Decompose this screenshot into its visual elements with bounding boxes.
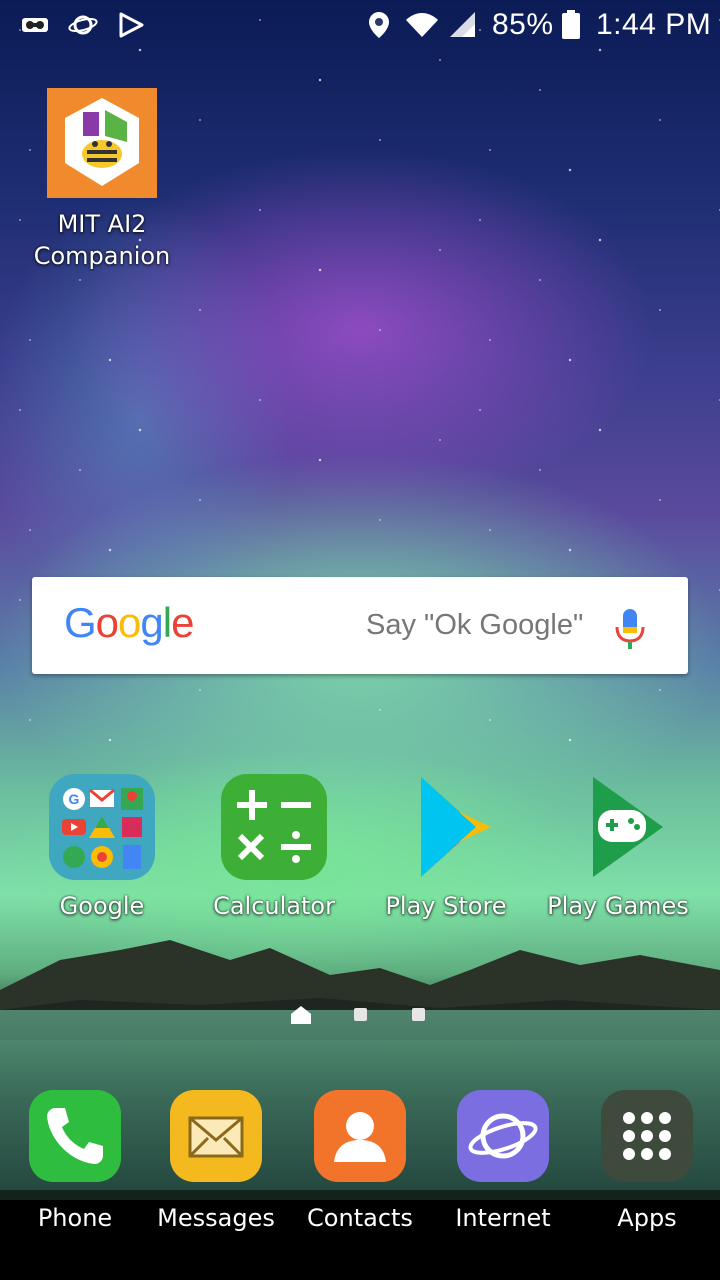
location-icon — [369, 12, 389, 38]
signal-icon — [450, 12, 475, 37]
contacts-icon — [314, 1090, 406, 1182]
home-page-indicator-icon[interactable] — [290, 1004, 312, 1026]
dock-messages[interactable]: Messages — [141, 1088, 291, 1238]
app-mit-ai2-companion[interactable]: MIT AI2 Companion — [27, 88, 177, 278]
battery-percent: 85% — [492, 8, 554, 41]
svg-text:G: G — [69, 791, 80, 807]
app-label: Apps — [617, 1204, 677, 1232]
play-store-icon — [421, 777, 491, 877]
app-label-line1: MIT AI2 — [57, 210, 147, 238]
search-hint: Say "Ok Google" — [366, 609, 584, 641]
dock-apps[interactable]: Apps — [572, 1088, 720, 1238]
app-calculator[interactable]: Calculator — [199, 772, 349, 932]
dock-internet[interactable]: Internet — [428, 1088, 578, 1238]
google-search-widget[interactable]: Google Say "Ok Google" — [32, 577, 688, 674]
dock-contacts[interactable]: Contacts — [285, 1088, 435, 1238]
app-play-store[interactable]: Play Store — [371, 772, 521, 932]
google-folder-icon: G — [49, 774, 155, 880]
battery-icon — [562, 10, 580, 39]
play-icon — [119, 12, 144, 38]
wifi-icon — [406, 13, 438, 37]
page-indicator[interactable] — [290, 1004, 430, 1028]
calculator-icon — [221, 774, 327, 880]
phone-icon — [29, 1090, 121, 1182]
internet-icon — [457, 1090, 549, 1182]
app-label: Google — [59, 892, 145, 920]
messages-icon — [170, 1090, 262, 1182]
status-bar: 85% 1:44 PM — [0, 0, 720, 52]
clock: 1:44 PM — [596, 8, 712, 41]
app-play-games[interactable]: Play Games — [543, 772, 693, 932]
app-label: Play Store — [385, 892, 507, 920]
mic-icon[interactable] — [614, 607, 646, 651]
page-dot[interactable] — [412, 1008, 425, 1021]
app-label-line2: Companion — [33, 242, 171, 270]
app-label: MIT AI2 Companion — [17, 208, 187, 272]
google-logo: Google — [64, 599, 194, 646]
apps-grid-icon — [601, 1090, 693, 1182]
play-games-icon — [593, 777, 663, 877]
dock-phone[interactable]: Phone — [0, 1088, 150, 1238]
app-label: Play Games — [547, 892, 689, 920]
mit-ai2-companion-icon — [47, 88, 157, 198]
app-google-folder[interactable]: G Google — [27, 772, 177, 932]
voicemail-icon — [22, 18, 48, 32]
app-label: Calculator — [213, 892, 335, 920]
saturn-icon — [68, 15, 98, 35]
page-dot[interactable] — [354, 1008, 367, 1021]
